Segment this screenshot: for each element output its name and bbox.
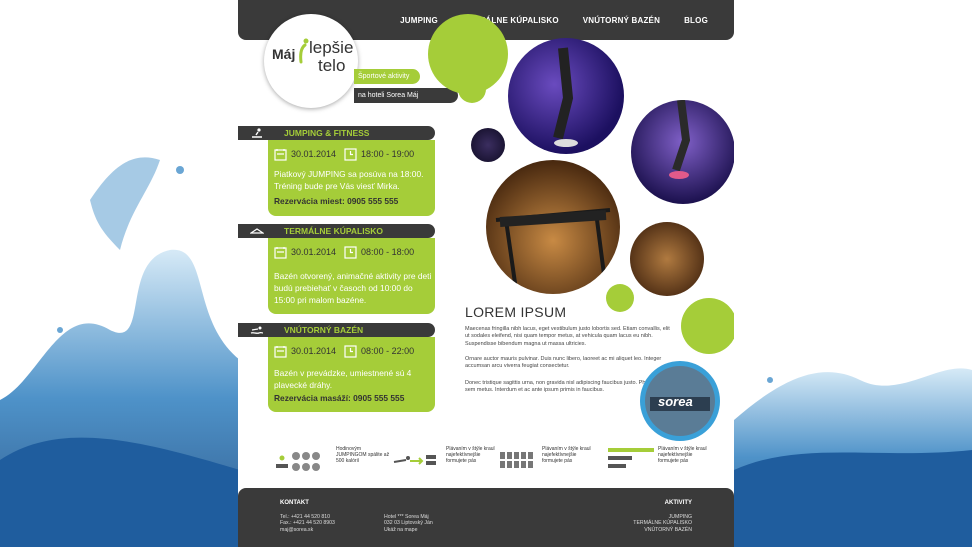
footer-email[interactable]: maj@sorea.sk (280, 527, 335, 533)
article-title: LOREM IPSUM (465, 304, 567, 320)
event-date: 30.01.2014 (291, 346, 337, 356)
sorea-logo-text: sorea (658, 394, 693, 409)
footer-aktivity-col: JUMPING TERMÁLNE KÚPALISKO VNÚTORNÝ BAZÉ… (633, 514, 692, 533)
feature-text: Plávaním v štýle kraul najefektívnejšie … (542, 446, 591, 464)
event-date: 30.01.2014 (291, 247, 337, 257)
decor-circle (458, 75, 486, 103)
article-paragraph: Ornare auctor mauris pulvinar. Duis nunc… (465, 356, 662, 370)
photo-small (471, 128, 505, 162)
tagline-hotel: na hoteli Sorea Máj (354, 88, 458, 103)
features-strip: Hodinovým JUMPINGOM spálite až 500 kalór… (238, 440, 734, 486)
article-paragraph: Maecenas fringilla nibh lacus, eget vest… (465, 326, 670, 347)
tagline-sport: Športové aktivity (354, 69, 420, 84)
reservation-phone[interactable]: Rezervácia miest: 0905 555 555 (274, 196, 398, 206)
nav-item-jumping[interactable]: JUMPING (400, 16, 438, 25)
page-container: JUMPING TERMÁLNE KÚPALISKO VNÚTORNÝ BAZÉ… (238, 0, 734, 547)
section-header-jumping[interactable]: JUMPING & FITNESS (238, 126, 435, 140)
nav-item-blog[interactable]: BLOG (684, 16, 708, 25)
date-time-row: 30.01.2014 18:00 - 19:00 (274, 146, 414, 162)
section-title: JUMPING & FITNESS (284, 128, 370, 138)
footer-fax: Fax.: +421 44 520 8903 (280, 520, 335, 527)
calendar-icon (274, 345, 287, 358)
jumping-calories-icon (276, 452, 320, 471)
section-title: VNÚTORNÝ BAZÉN (284, 325, 364, 335)
footer-map-link[interactable]: Ukáž na mape (384, 527, 433, 533)
sorea-badge[interactable]: sorea (640, 361, 720, 441)
clock-icon (344, 344, 357, 358)
section-header-termalne[interactable]: TERMÁLNE KÚPALISKO (238, 224, 435, 238)
footer-address: 032 03 Liptovský Ján (384, 520, 433, 527)
photo-jumping-class (508, 38, 624, 154)
clock-icon (344, 245, 357, 259)
feature-text: Hodinovým JUMPINGOM spálite až 500 kalór… (336, 446, 390, 464)
photo-trampoline-detail (630, 222, 704, 296)
people-group-icon (500, 452, 533, 468)
photo-trampoline-legs (631, 100, 734, 204)
decor-circle (681, 298, 734, 354)
event-time: 18:00 - 19:00 (361, 149, 415, 159)
logo-lepsie-text: lepšie (309, 38, 354, 57)
photo-trampoline (486, 160, 620, 294)
reservation-phone[interactable]: Rezervácia masáží: 0905 555 555 (274, 393, 404, 403)
nav-item-vnutorny-bazen[interactable]: VNÚTORNÝ BAZÉN (583, 16, 660, 25)
footer-link-vnutorny[interactable]: VNÚTORNÝ BAZÉN (633, 527, 692, 533)
calendar-icon (274, 148, 287, 161)
logo[interactable]: Máj lepšie telo (264, 14, 358, 108)
footer: KONTAKT Tel.: +421 44 520 810 Fax.: +421… (238, 488, 734, 547)
date-time-row: 30.01.2014 08:00 - 22:00 (274, 343, 414, 359)
calendar-icon (274, 246, 287, 259)
footer-address-col: Hotel *** Sorea Máj 032 03 Liptovský Ján… (384, 514, 433, 533)
section-body-vnutorny: 30.01.2014 08:00 - 22:00 Bazén v prevádz… (268, 337, 435, 412)
footer-contact-col: Tel.: +421 44 520 810 Fax.: +421 44 520 … (280, 514, 335, 533)
decor-circle (606, 284, 634, 312)
event-time: 08:00 - 18:00 (361, 247, 415, 257)
swim-progress-icon (393, 455, 436, 465)
section-body-termalne: 30.01.2014 08:00 - 18:00 Bazén otvorený,… (268, 238, 435, 314)
date-time-row: 30.01.2014 08:00 - 18:00 (274, 244, 414, 260)
section-body-jumping: 30.01.2014 18:00 - 19:00 Piatkový JUMPIN… (268, 140, 435, 216)
footer-kontakt-heading: KONTAKT (280, 500, 309, 506)
event-date: 30.01.2014 (291, 149, 337, 159)
event-description: Piatkový JUMPING sa posúva na 18:00. Tré… (274, 169, 424, 191)
logo-maj-text: Máj (272, 46, 296, 62)
swimmer-icon (250, 326, 264, 334)
event-description: Bazén otvorený, animačné aktivity pre de… (274, 271, 432, 305)
footer-aktivity-heading: AKTIVITY (664, 500, 692, 506)
logo-telo-text: telo (318, 56, 346, 75)
event-time: 08:00 - 22:00 (361, 346, 415, 356)
feature-text: Plávaním v štýle kraul najefektívnejšie … (446, 446, 495, 464)
clock-icon (344, 147, 357, 161)
trampoline-icon (252, 128, 262, 138)
bar-chart-icon (608, 448, 654, 468)
feature-text: Plávaním v štýle kraul najefektívnejšie … (658, 446, 707, 464)
footer-link-termalne[interactable]: TERMÁLNE KÚPALISKO (633, 520, 692, 526)
event-description: Bazén v prevádzke, umiestnené sú 4 plave… (274, 368, 412, 390)
section-header-vnutorny[interactable]: VNÚTORNÝ BAZÉN (238, 323, 435, 337)
pool-icon (250, 228, 264, 234)
section-title: TERMÁLNE KÚPALISKO (284, 226, 384, 236)
